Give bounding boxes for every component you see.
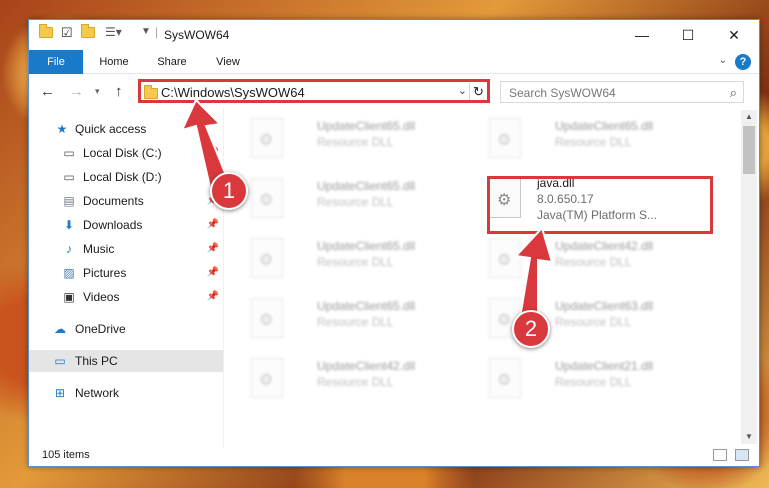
arrow-2 [513,226,554,324]
annotation-arrows [180,98,554,324]
step-1-badge: 1 [210,172,248,210]
step-2-badge: 2 [512,310,550,348]
